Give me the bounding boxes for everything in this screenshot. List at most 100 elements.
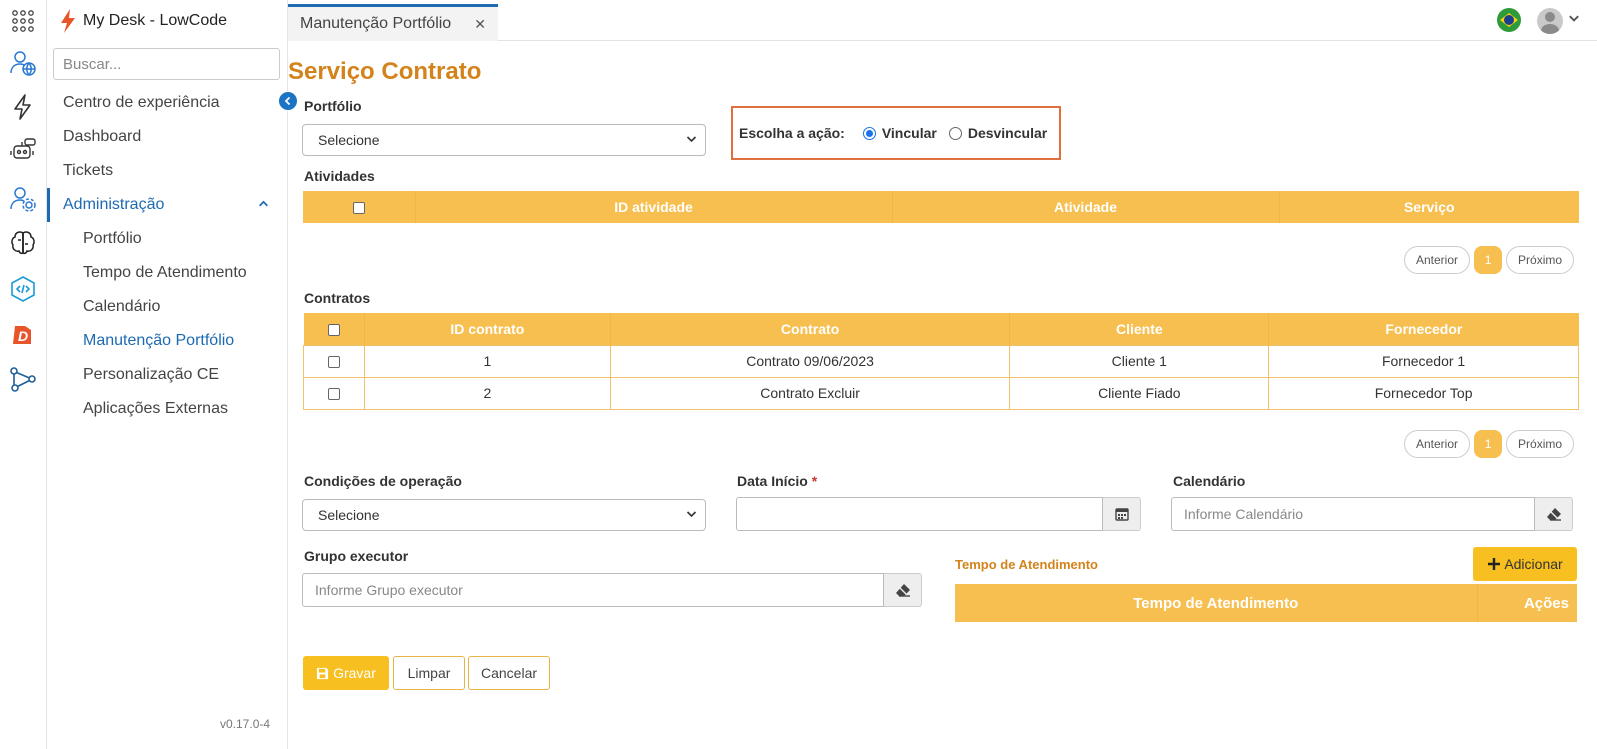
apps-grid-icon[interactable] (8, 6, 38, 36)
checkbox[interactable] (327, 356, 340, 369)
brand[interactable]: My Desk - LowCode (59, 6, 227, 36)
app-title: My Desk - LowCode (83, 12, 228, 29)
sidebar-subitem-personalizacao-ce[interactable]: Personalização CE (47, 358, 287, 392)
calendar-icon (1114, 508, 1129, 521)
radio-vincular[interactable] (862, 126, 876, 140)
tab-label: Manutenção Portfólio (300, 15, 452, 32)
tab-bar: Manutenção Portfólio ✕ (288, 0, 1597, 41)
column-header[interactable]: Contrato (610, 313, 1011, 345)
data-inicio-label: Data Início * (737, 473, 817, 489)
tab-manutencao-portfolio[interactable]: Manutenção Portfólio ✕ (288, 4, 498, 41)
table-cell: 2 (363, 376, 611, 410)
portfolio-label: Portfólio (304, 98, 362, 114)
plus-icon (1488, 558, 1501, 570)
calendario-label: Calendário (1173, 473, 1246, 489)
grupo-executor-label: Grupo executor (304, 548, 409, 564)
column-header[interactable]: Atividade (892, 191, 1280, 223)
sidebar-subitem-manutencao-portfolio[interactable]: Manutenção Portfólio (47, 324, 287, 358)
pager-prev-button[interactable]: Anterior (1404, 430, 1471, 458)
calendar-picker-button[interactable] (1103, 497, 1141, 531)
portfolio-select[interactable]: Selecione (302, 124, 706, 156)
radio-desvincular-label[interactable]: Desvincular (968, 125, 1047, 141)
lightning-icon[interactable] (8, 92, 38, 122)
column-header[interactable]: ID contrato (364, 313, 611, 345)
brain-icon[interactable] (8, 228, 38, 258)
adicionar-label: Adicionar (1504, 556, 1563, 572)
chevron-down-icon (686, 125, 697, 167)
clear-grupo-button[interactable] (884, 573, 922, 607)
sidebar-subitem-tempo-atendimento[interactable]: Tempo de Atendimento (47, 256, 287, 290)
user-settings-icon[interactable] (8, 184, 38, 214)
contratos-label: Contratos (304, 290, 371, 306)
sidebar-nav: Centro de experiência Dashboard Tickets … (47, 86, 287, 426)
radio-vincular-label[interactable]: Vincular (882, 125, 937, 141)
search-input[interactable] (53, 48, 280, 80)
pager-page-button[interactable]: 1 (1474, 430, 1503, 458)
column-header[interactable]: Cliente (1009, 313, 1270, 345)
version-label: v0.17.0-4 (220, 717, 271, 731)
required-marker: * (811, 473, 818, 489)
calendario-input[interactable]: Informe Calendário (1171, 497, 1535, 531)
table-cell: Fornecedor 1 (1268, 344, 1579, 378)
table-cell: Cliente Fiado (1009, 376, 1270, 410)
column-header[interactable]: Tempo de Atendimento (955, 584, 1478, 622)
code-hexagon-icon[interactable] (8, 274, 38, 304)
checkbox[interactable] (327, 324, 340, 337)
row-checkbox-cell[interactable] (303, 344, 365, 378)
network-nodes-icon[interactable] (8, 364, 38, 394)
sidebar-subitem-aplicacoes-externas[interactable]: Aplicações Externas (47, 392, 287, 426)
tempo-atendimento-title: Tempo de Atendimento (955, 557, 1098, 572)
sidebar-item-dashboard[interactable]: Dashboard (47, 120, 287, 154)
chevron-up-icon (258, 188, 269, 222)
brazil-flag-icon[interactable] (1497, 8, 1521, 32)
condicoes-select[interactable]: Selecione (302, 499, 706, 531)
table-cell: Contrato 09/06/2023 (609, 344, 1011, 378)
collapse-sidebar-button[interactable] (278, 91, 298, 111)
column-header[interactable]: Serviço (1279, 191, 1579, 223)
column-header[interactable]: Fornecedor (1268, 313, 1579, 345)
checkbox[interactable] (327, 388, 340, 401)
svg-text:D: D (18, 328, 28, 344)
column-header[interactable]: Ações (1477, 584, 1577, 622)
checkbox[interactable] (352, 202, 365, 215)
select-all-contratos[interactable] (303, 313, 365, 345)
cancelar-button[interactable]: Cancelar (468, 656, 550, 690)
sidebar-item-administracao[interactable]: Administração (47, 188, 287, 222)
table-cell: Contrato Excluir (609, 376, 1011, 410)
gravar-button[interactable]: Gravar (303, 656, 389, 690)
sidebar-subitem-portfolio[interactable]: Portfólio (47, 222, 287, 256)
chevron-down-icon (686, 500, 697, 542)
sidebar-item-centro-experiencia[interactable]: Centro de experiência (47, 86, 287, 120)
select-all-atividades[interactable] (303, 191, 416, 223)
limpar-button[interactable]: Limpar (393, 656, 465, 690)
sidebar-item-label: Administração (63, 196, 165, 213)
table-cell: Fornecedor Top (1268, 376, 1579, 410)
chatbot-icon[interactable] (8, 136, 38, 166)
pager-next-button[interactable]: Próximo (1506, 430, 1575, 458)
portfolio-select-value: Selecione (318, 132, 380, 148)
save-icon (317, 667, 329, 679)
radio-desvincular[interactable] (948, 126, 962, 140)
adicionar-button[interactable]: Adicionar (1473, 547, 1577, 581)
chevron-down-icon[interactable] (1568, 12, 1580, 27)
pager-page-button[interactable]: 1 (1474, 246, 1503, 274)
data-inicio-input[interactable] (736, 497, 1103, 531)
d-logo-icon[interactable]: D (8, 320, 38, 350)
brand-logo-icon (61, 9, 75, 33)
clear-calendario-button[interactable] (1535, 497, 1573, 531)
pager-next-button[interactable]: Próximo (1506, 246, 1575, 274)
sidebar-item-tickets[interactable]: Tickets (47, 154, 287, 188)
table-row[interactable]: 2 Contrato Excluir Cliente Fiado Fornece… (303, 376, 1579, 410)
pager-prev-button[interactable]: Anterior (1404, 246, 1471, 274)
close-icon[interactable]: ✕ (474, 16, 486, 33)
row-checkbox-cell[interactable] (303, 376, 365, 410)
eraser-icon (895, 584, 910, 597)
sidebar-subitem-calendario[interactable]: Calendário (47, 290, 287, 324)
avatar[interactable] (1537, 8, 1563, 34)
page-title: Serviço Contrato (288, 58, 482, 85)
contratos-table: ID contrato Contrato Cliente Fornecedor … (303, 313, 1579, 410)
user-globe-icon[interactable] (8, 48, 38, 78)
table-row[interactable]: 1 Contrato 09/06/2023 Cliente 1 Forneced… (303, 344, 1579, 378)
column-header[interactable]: ID atividade (415, 191, 893, 223)
grupo-executor-input[interactable]: Informe Grupo executor (302, 573, 884, 607)
